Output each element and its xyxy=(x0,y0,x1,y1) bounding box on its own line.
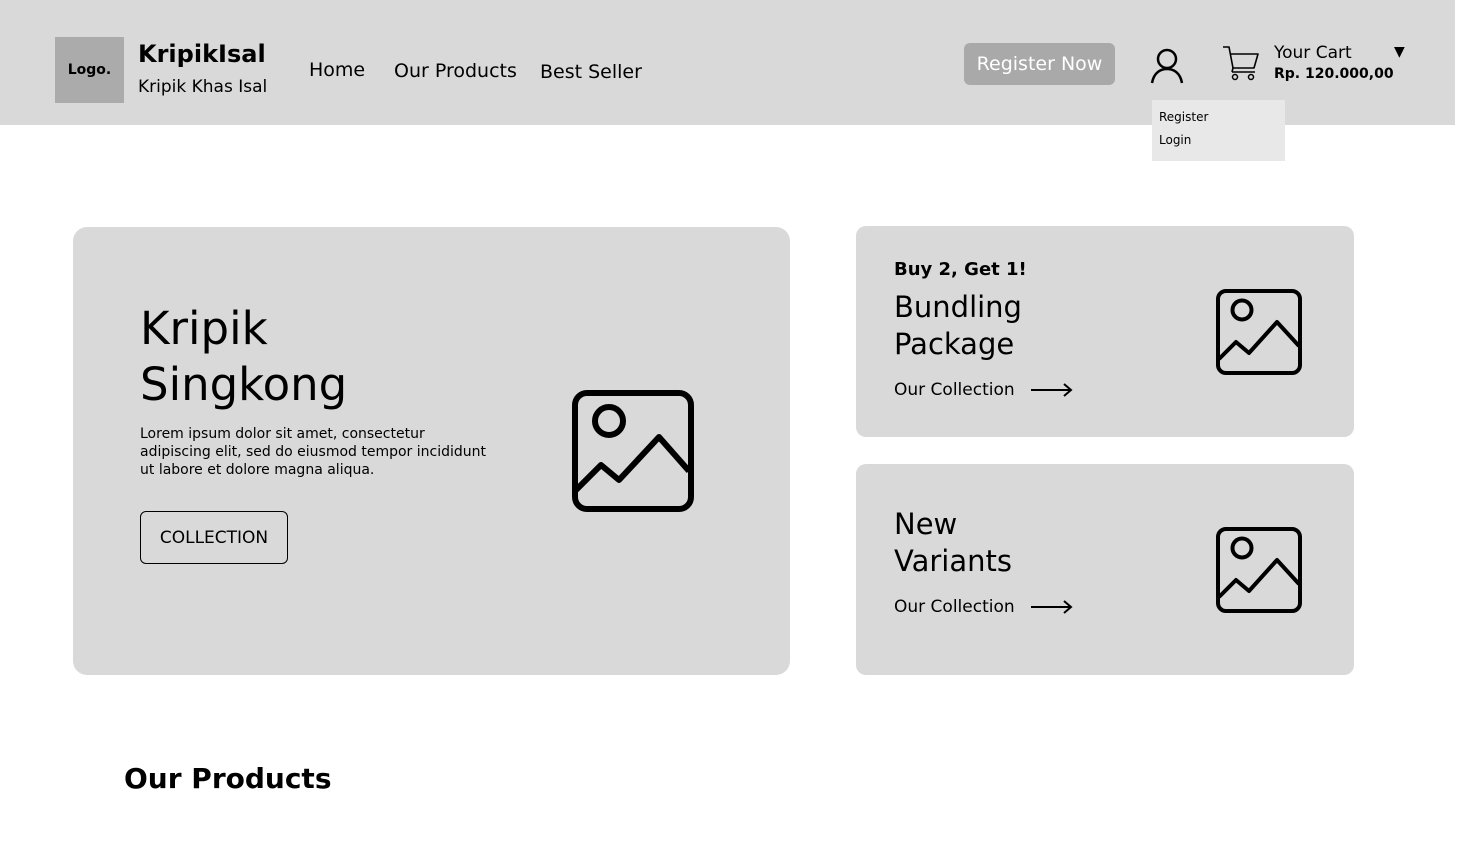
our-collection-label: Our Collection xyxy=(894,597,1015,617)
hero-description: Lorem ipsum dolor sit amet, consectetur … xyxy=(140,426,487,478)
brand-tagline: Kripik Khas Isal xyxy=(138,77,268,97)
promo-card-new-variants[interactable]: New Variants Our Collection xyxy=(856,464,1354,675)
user-dropdown-menu: Register Login xyxy=(1152,100,1285,161)
nav-our-products[interactable]: Our Products xyxy=(394,60,517,82)
hero-card: Kripik Singkong Lorem ipsum dolor sit am… xyxy=(73,227,790,675)
cart-icon[interactable] xyxy=(1222,44,1260,82)
arrow-right-icon xyxy=(1030,383,1073,397)
promo-title-line-2: Package xyxy=(894,327,1015,361)
our-collection-link[interactable]: Our Collection xyxy=(894,380,1073,400)
our-collection-label: Our Collection xyxy=(894,380,1015,400)
hero-title: Kripik Singkong xyxy=(140,301,347,413)
nav-home[interactable]: Home xyxy=(309,59,365,81)
arrow-right-icon xyxy=(1030,600,1073,614)
chevron-down-icon[interactable]: ▼ xyxy=(1394,44,1405,60)
promo-title-line-1: New xyxy=(894,507,958,541)
image-placeholder-icon xyxy=(1216,527,1302,613)
dropdown-register[interactable]: Register xyxy=(1159,110,1208,124)
register-now-button[interactable]: Register Now xyxy=(964,43,1115,85)
user-icon[interactable] xyxy=(1150,48,1184,84)
promo-tag: Buy 2, Get 1! xyxy=(894,259,1027,280)
cart-total: Rp. 120.000,00 xyxy=(1274,66,1394,82)
our-products-heading: Our Products xyxy=(124,762,332,795)
promo-card-title: New Variants xyxy=(894,506,1012,580)
cart-label[interactable]: Your Cart xyxy=(1274,43,1352,63)
collection-button[interactable]: COLLECTION xyxy=(140,511,288,564)
dropdown-login[interactable]: Login xyxy=(1159,133,1191,147)
nav-best-seller[interactable]: Best Seller xyxy=(540,61,642,83)
our-collection-link[interactable]: Our Collection xyxy=(894,597,1073,617)
hero-title-line-1: Kripik xyxy=(140,302,268,355)
brand-name: KripikIsal xyxy=(138,40,266,68)
hero-title-line-2: Singkong xyxy=(140,358,348,411)
promo-title-line-1: Bundling xyxy=(894,290,1022,324)
promo-title-line-2: Variants xyxy=(894,544,1012,578)
promo-card-title: Bundling Package xyxy=(894,289,1022,363)
image-placeholder-icon xyxy=(572,390,694,512)
promo-card-bundling[interactable]: Buy 2, Get 1! Bundling Package Our Colle… xyxy=(856,226,1354,437)
image-placeholder-icon xyxy=(1216,289,1302,375)
logo[interactable]: Logo. xyxy=(55,37,124,103)
